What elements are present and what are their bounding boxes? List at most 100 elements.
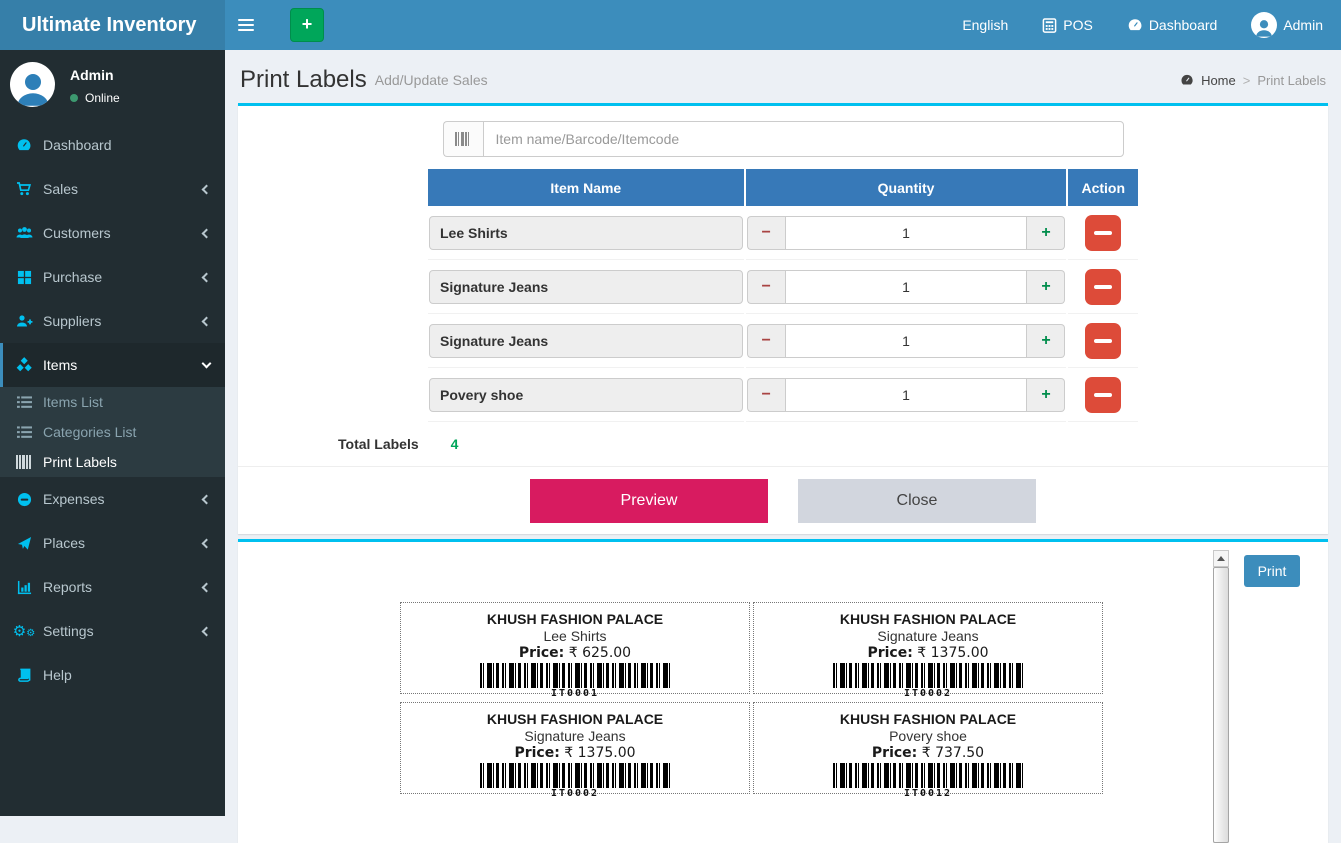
label-item-name: Signature Jeans [401,728,749,744]
sidebar-user-name: Admin [70,62,120,83]
table-row: Signature Jeans − + [428,314,1138,368]
sidebar-item-label: Reports [43,579,92,595]
decrease-qty-button[interactable]: − [747,270,785,304]
sidebar-item-label: Categories List [43,424,136,440]
pos-label: POS [1063,17,1093,33]
user-menu[interactable]: Admin [1251,12,1323,38]
app-title[interactable]: Ultimate Inventory [0,0,225,50]
preview-scrollbar[interactable] [1213,550,1229,843]
item-search-input[interactable] [483,121,1124,157]
list-icon [15,396,33,409]
item-search-group [443,121,1124,157]
top-navbar: Ultimate Inventory + English POS Dashboa… [0,0,1341,50]
breadcrumb-separator: > [1243,73,1251,88]
sidebar-item-label: Customers [43,225,111,241]
sidebar-item-purchase[interactable]: Purchase [0,255,225,299]
sidebar-item-sales[interactable]: Sales [0,167,225,211]
decrease-qty-button[interactable]: − [747,216,785,250]
sidebar-item-items-list[interactable]: Items List [0,387,225,417]
quantity-input[interactable] [785,324,1028,358]
pos-link[interactable]: POS [1042,17,1093,33]
users-icon [15,225,33,241]
print-button[interactable]: Print [1244,555,1300,587]
sidebar-item-help[interactable]: Help [0,653,225,697]
increase-qty-button[interactable]: + [1027,216,1065,250]
sidebar-item-dashboard[interactable]: Dashboard [0,123,225,167]
sidebar-item-label: Purchase [43,269,102,285]
preview-button[interactable]: Preview [530,479,768,523]
quantity-input[interactable] [785,270,1028,304]
user-plus-icon [15,313,33,329]
grid-icon [15,270,33,285]
shop-name: KHUSH FASHION PALACE [754,611,1102,627]
item-code: IT0012 [754,788,1102,799]
increase-qty-button[interactable]: + [1027,324,1065,358]
sidebar-item-label: Expenses [43,491,104,507]
label-preview-frame: KHUSH FASHION PALACE Lee Shirts Price: ₹… [238,542,1229,843]
language-menu[interactable]: English [962,17,1008,33]
chevron-down-icon [202,358,212,368]
price-label: Price: [867,645,912,661]
sidebar-item-settings[interactable]: ⚙⚙ Settings [0,609,225,653]
quantity-input[interactable] [785,378,1028,412]
sidebar-item-suppliers[interactable]: Suppliers [0,299,225,343]
sidebar-item-reports[interactable]: Reports [0,565,225,609]
remove-item-button[interactable] [1085,269,1121,305]
paper-plane-icon [15,536,33,551]
remove-item-button[interactable] [1085,377,1121,413]
chevron-left-icon [202,184,212,194]
label-preview-cell: KHUSH FASHION PALACE Povery shoe Price: … [753,702,1103,794]
quick-add-button[interactable]: + [290,8,324,42]
remove-item-button[interactable] [1085,323,1121,359]
scrollbar-thumb[interactable] [1213,567,1229,843]
sidebar-item-items[interactable]: Items [0,343,225,387]
sidebar-item-expenses[interactable]: Expenses [0,477,225,521]
increase-qty-button[interactable]: + [1027,378,1065,412]
breadcrumb: Home > Print Labels [1180,73,1326,88]
table-row: Povery shoe − + [428,368,1138,422]
sidebar-item-categories-list[interactable]: Categories List [0,417,225,447]
close-button[interactable]: Close [798,479,1036,523]
decrease-qty-button[interactable]: − [747,378,785,412]
label-item-name: Lee Shirts [401,628,749,644]
remove-item-button[interactable] [1085,215,1121,251]
label-preview-cell: KHUSH FASHION PALACE Signature Jeans Pri… [400,702,750,794]
price-value: ₹ 1375.00 [917,645,988,661]
decrease-qty-button[interactable]: − [747,324,785,358]
breadcrumb-home[interactable]: Home [1201,73,1236,88]
shop-name: KHUSH FASHION PALACE [754,711,1102,727]
items-submenu: Items List Categories List Print Labels [0,387,225,477]
sidebar-toggle-icon[interactable] [238,0,278,50]
minus-circle-icon [15,492,33,507]
sidebar-user-status[interactable]: Online [70,91,120,105]
label-item-name: Signature Jeans [754,628,1102,644]
labels-grid: KHUSH FASHION PALACE Lee Shirts Price: ₹… [400,602,1103,794]
sidebar-item-label: Sales [43,181,78,197]
increase-qty-button[interactable]: + [1027,270,1065,304]
item-name-box: Signature Jeans [429,270,743,304]
page-title: Print Labels [240,66,367,94]
minus-icon [1094,285,1112,289]
language-label: English [962,17,1008,33]
scroll-up-icon[interactable] [1213,550,1229,567]
minus-icon [1094,393,1112,397]
price-label: Price: [872,745,917,761]
table-row: Signature Jeans − + [428,260,1138,314]
chevron-left-icon [202,272,212,282]
breadcrumb-current: Print Labels [1257,73,1326,88]
sidebar-item-print-labels[interactable]: Print Labels [0,447,225,477]
shop-name: KHUSH FASHION PALACE [401,611,749,627]
dashboard-link[interactable]: Dashboard [1127,17,1218,33]
sidebar-item-places[interactable]: Places [0,521,225,565]
book-icon [15,668,33,683]
sidebar-item-label: Items [43,357,77,373]
online-dot-icon [70,94,78,102]
sidebar-item-customers[interactable]: Customers [0,211,225,255]
sidebar-item-label: Help [43,667,72,683]
quantity-input[interactable] [785,216,1028,250]
sidebar-user-panel: Admin Online [0,50,225,119]
label-preview-cell: KHUSH FASHION PALACE Signature Jeans Pri… [753,602,1103,694]
sidebar-item-label: Settings [43,623,94,639]
barcode-icon [443,121,483,157]
chevron-left-icon [202,494,212,504]
